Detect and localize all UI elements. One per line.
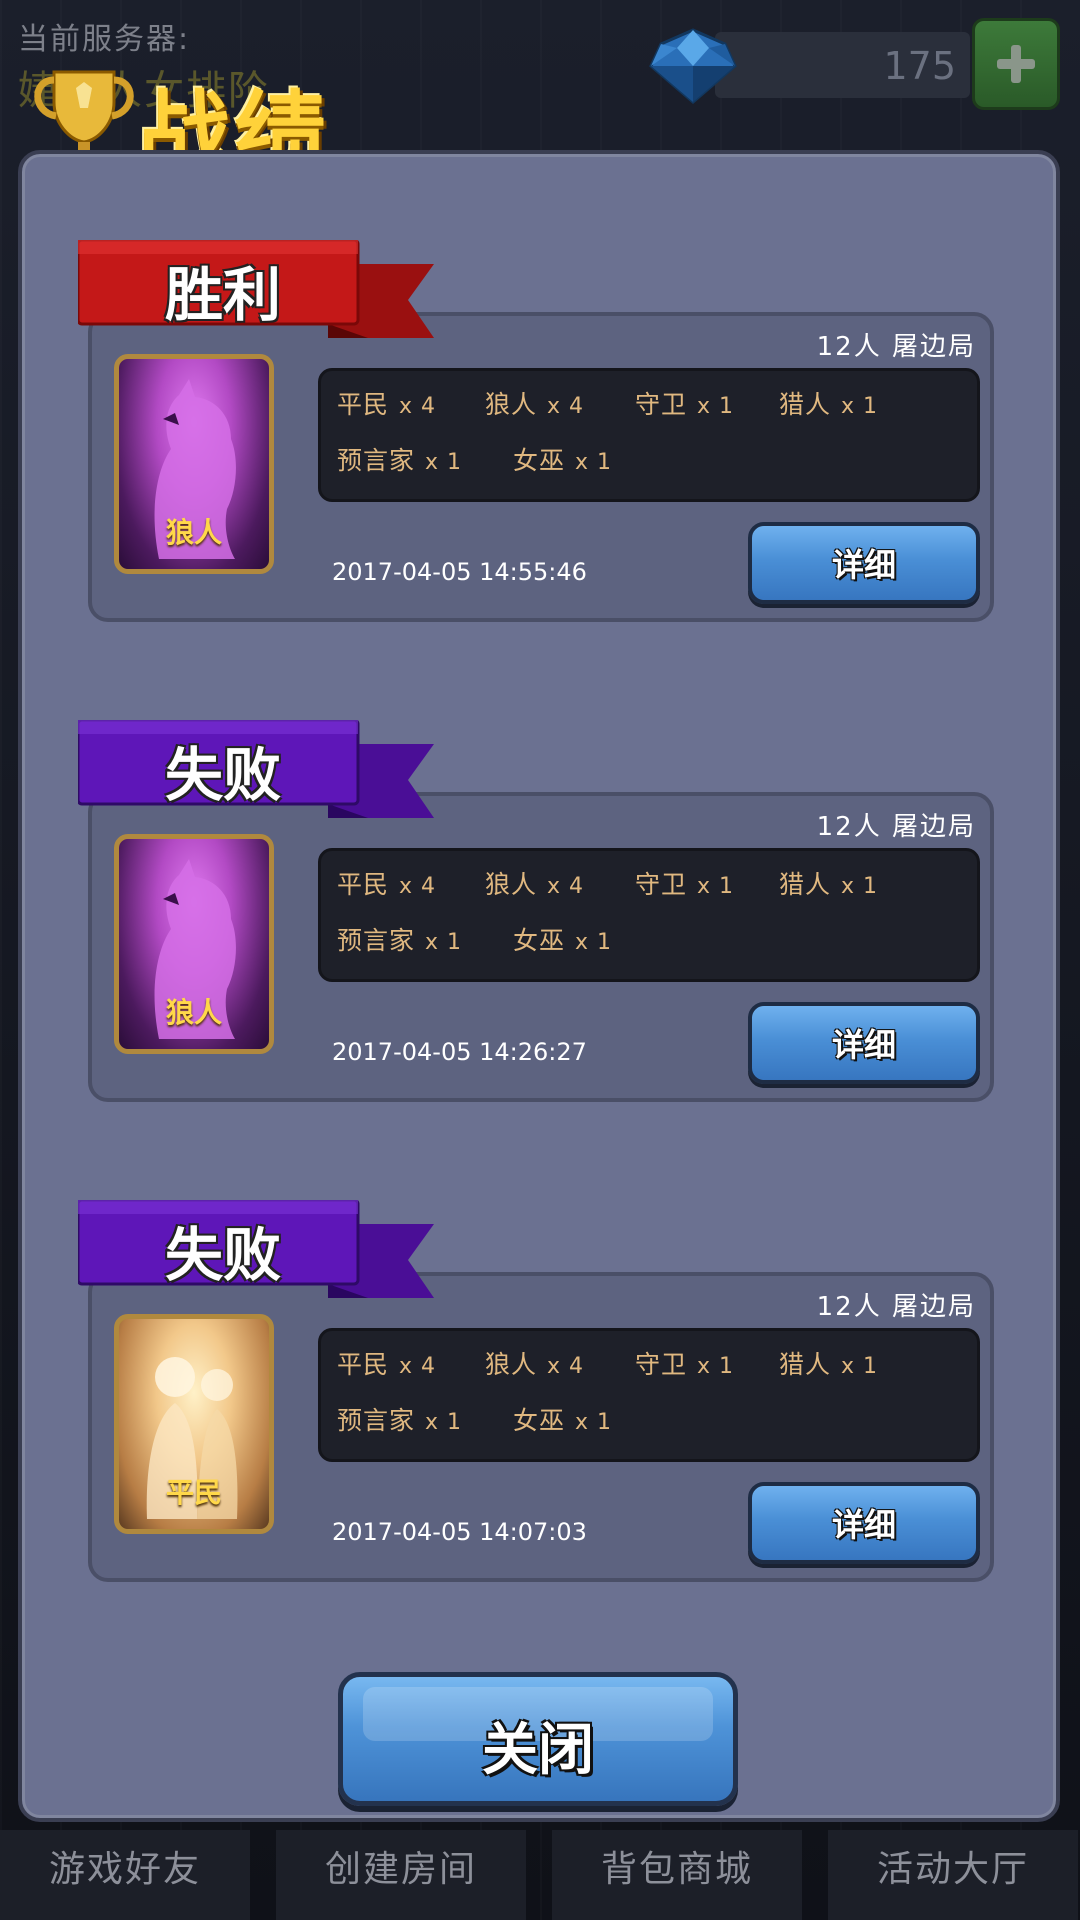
result-ribbon: 失败 — [78, 1200, 438, 1298]
detail-button-label: 详细 — [831, 1026, 896, 1064]
role-name: 平民 — [337, 1350, 390, 1379]
role-name: 狼人 — [485, 870, 538, 899]
roles-list: 平民 x 4 狼人 x 4 守卫 x 1 猎人 x 1 预言家 x 1 女巫 x 1 — [318, 368, 980, 502]
role-count: 猎人 x 1 — [779, 865, 878, 901]
role-quantity: x 1 — [841, 874, 879, 899]
role-count: 平民 x 4 — [337, 1345, 436, 1381]
role-portrait: 狼人 — [114, 354, 274, 574]
close-button[interactable]: 关闭 — [338, 1672, 738, 1806]
result-label: 失败 — [164, 1221, 281, 1289]
role-quantity: x 4 — [399, 1354, 437, 1379]
role-name: 预言家 — [337, 1406, 416, 1435]
nav-events[interactable]: 活动大厅 — [828, 1830, 1078, 1920]
record-card: 12人 屠边局 狼人 平民 x 4 狼人 x 4 守卫 x 1 猎人 x 1 预言家 x … — [88, 792, 994, 1102]
role-count: 守卫 x 1 — [635, 385, 734, 421]
result-label: 失败 — [164, 741, 281, 809]
role-count: 预言家 x 1 — [337, 1401, 462, 1437]
detail-button-label: 详细 — [831, 1506, 896, 1544]
gem-value: 175 — [883, 44, 956, 88]
role-quantity: x 1 — [575, 930, 613, 955]
role-name: 守卫 — [635, 1350, 688, 1379]
role-count: 守卫 x 1 — [635, 865, 734, 901]
role-quantity: x 4 — [547, 1354, 585, 1379]
role-portrait: 狼人 — [114, 834, 274, 1054]
role-count: 平民 x 4 — [337, 865, 436, 901]
role-count: 狼人 x 4 — [485, 1345, 584, 1381]
role-count: 狼人 x 4 — [485, 385, 584, 421]
role-quantity: x 1 — [841, 394, 879, 419]
role-name: 猎人 — [779, 390, 832, 419]
add-gems-button[interactable] — [972, 18, 1060, 110]
role-quantity: x 1 — [697, 874, 735, 899]
role-quantity: x 4 — [547, 394, 585, 419]
result-ribbon: 失败 — [78, 720, 438, 818]
role-count: 女巫 x 1 — [513, 1401, 612, 1437]
role-portrait: 平民 — [114, 1314, 274, 1534]
diamond-icon — [649, 28, 737, 104]
role-count: 猎人 x 1 — [779, 385, 878, 421]
gem-counter: 175 — [715, 32, 970, 98]
detail-button[interactable]: 详细 — [748, 1482, 980, 1564]
role-quantity: x 1 — [841, 1354, 879, 1379]
role-count: 女巫 x 1 — [513, 441, 612, 477]
role-name: 女巫 — [513, 1406, 566, 1435]
role-name: 平民 — [337, 870, 390, 899]
nav-friends[interactable]: 游戏好友 — [0, 1830, 250, 1920]
role-count: 平民 x 4 — [337, 385, 436, 421]
role-name: 猎人 — [779, 870, 832, 899]
game-mode: 12人 屠边局 — [816, 1292, 976, 1322]
server-label: 当前服务器: — [18, 22, 191, 57]
role-quantity: x 4 — [399, 394, 437, 419]
role-name: 预言家 — [337, 446, 416, 475]
role-quantity: x 4 — [547, 874, 585, 899]
role-count: 预言家 x 1 — [337, 921, 462, 957]
close-button-label: 关闭 — [482, 1718, 594, 1783]
game-mode: 12人 屠边局 — [816, 332, 976, 362]
role-quantity: x 1 — [697, 1354, 735, 1379]
detail-button[interactable]: 详细 — [748, 522, 980, 604]
role-count: 守卫 x 1 — [635, 1345, 734, 1381]
role-name: 守卫 — [635, 390, 688, 419]
detail-button-label: 详细 — [831, 546, 896, 584]
record-card: 12人 屠边局 平民 平民 x 4 狼人 x 4 守卫 x 1 猎人 x 1 预言家 x … — [88, 1272, 994, 1582]
role-quantity: x 1 — [425, 450, 463, 475]
record-timestamp: 2017-04-05 14:26:27 — [332, 1038, 587, 1066]
role-quantity: x 1 — [425, 1410, 463, 1435]
record-timestamp: 2017-04-05 14:55:46 — [332, 558, 587, 586]
result-label: 胜利 — [164, 261, 281, 329]
role-name: 平民 — [337, 390, 390, 419]
game-mode: 12人 屠边局 — [816, 812, 976, 842]
bottom-nav: 游戏好友 创建房间 背包商城 活动大厅 — [0, 1830, 1080, 1920]
role-name: 狼人 — [485, 1350, 538, 1379]
role-quantity: x 1 — [425, 930, 463, 955]
role-label: 狼人 — [165, 516, 222, 549]
role-count: 猎人 x 1 — [779, 1345, 878, 1381]
role-name: 女巫 — [513, 446, 566, 475]
role-label: 狼人 — [165, 996, 222, 1029]
detail-button[interactable]: 详细 — [748, 1002, 980, 1084]
role-quantity: x 1 — [575, 1410, 613, 1435]
roles-list: 平民 x 4 狼人 x 4 守卫 x 1 猎人 x 1 预言家 x 1 女巫 x 1 — [318, 848, 980, 982]
role-name: 狼人 — [485, 390, 538, 419]
role-name: 猎人 — [779, 1350, 832, 1379]
record-timestamp: 2017-04-05 14:07:03 — [332, 1518, 587, 1546]
nav-create-room[interactable]: 创建房间 — [276, 1830, 526, 1920]
role-name: 守卫 — [635, 870, 688, 899]
role-count: 预言家 x 1 — [337, 441, 462, 477]
role-label: 平民 — [165, 1476, 222, 1509]
roles-list: 平民 x 4 狼人 x 4 守卫 x 1 猎人 x 1 预言家 x 1 女巫 x 1 — [318, 1328, 980, 1462]
role-name: 女巫 — [513, 926, 566, 955]
role-count: 女巫 x 1 — [513, 921, 612, 957]
role-quantity: x 1 — [697, 394, 735, 419]
role-count: 狼人 x 4 — [485, 865, 584, 901]
nav-shop[interactable]: 背包商城 — [552, 1830, 802, 1920]
role-quantity: x 1 — [575, 450, 613, 475]
role-name: 预言家 — [337, 926, 416, 955]
result-ribbon: 胜利 — [78, 240, 438, 338]
record-card: 12人 屠边局 狼人 平民 x 4 狼人 x 4 守卫 x 1 猎人 x 1 预言家 x … — [88, 312, 994, 622]
role-quantity: x 4 — [399, 874, 437, 899]
